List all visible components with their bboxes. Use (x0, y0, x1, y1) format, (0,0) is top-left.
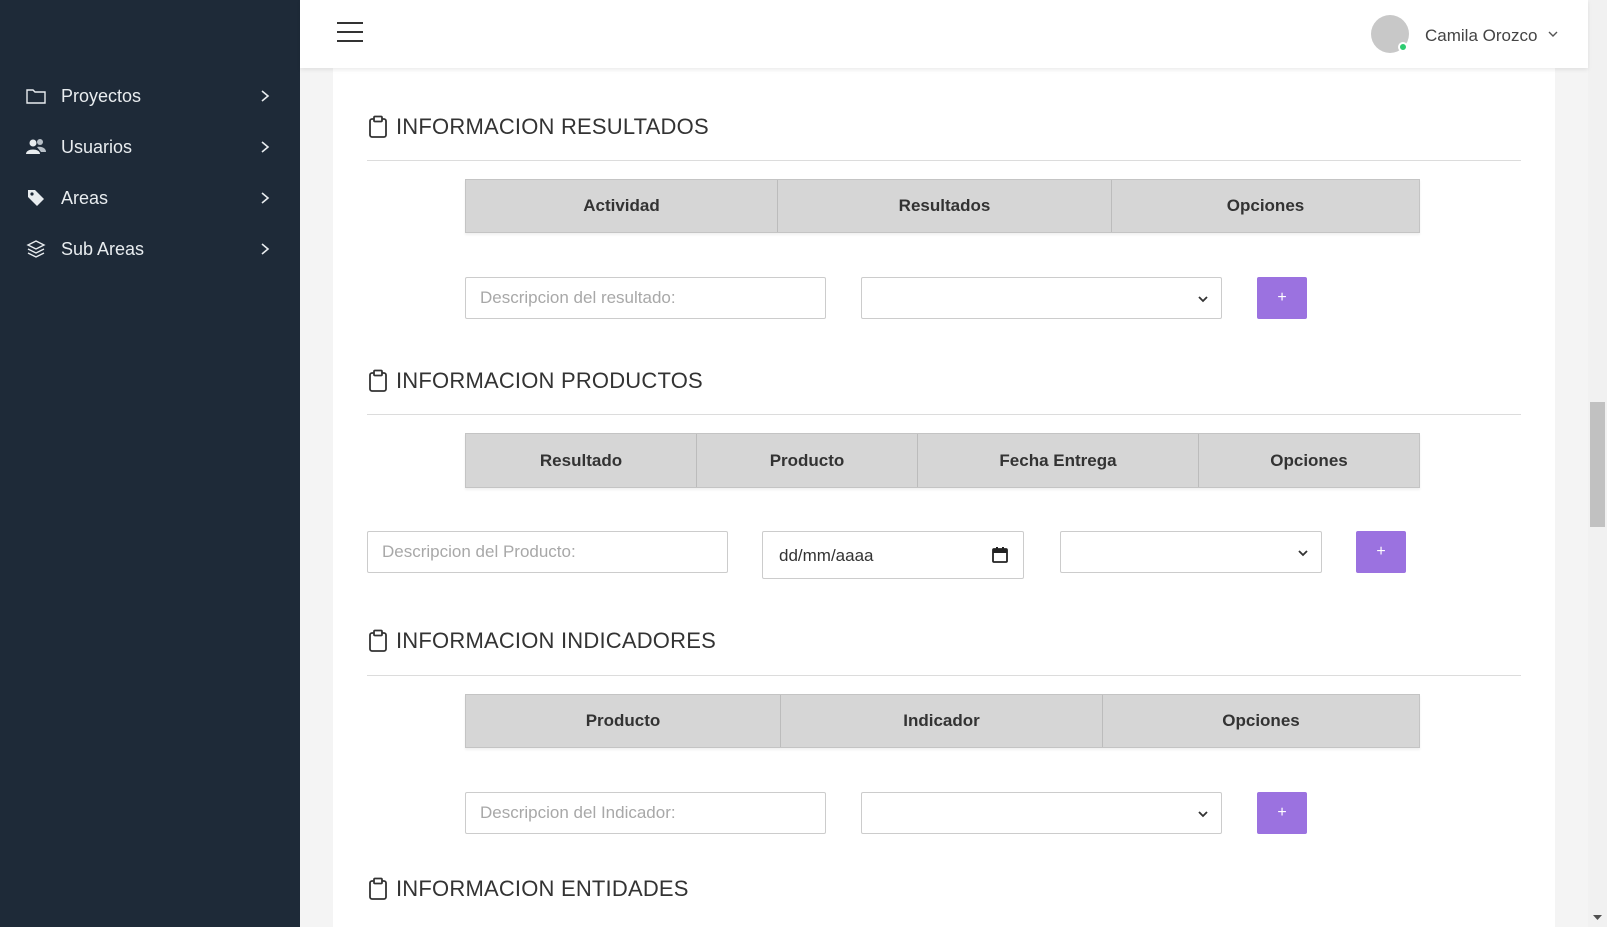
scroll-down-arrow-icon[interactable] (1593, 913, 1602, 922)
chevron-right-icon (261, 141, 270, 153)
product-result-select[interactable] (1060, 531, 1322, 573)
hamburger-icon[interactable] (337, 22, 363, 42)
column-header-actividad: Actividad (466, 180, 778, 232)
chevron-right-icon (261, 90, 270, 102)
column-header-resultados: Resultados (778, 180, 1112, 232)
product-description-input[interactable] (367, 531, 728, 573)
layers-icon (25, 238, 47, 260)
result-description-input[interactable] (465, 277, 826, 319)
user-name[interactable]: Camila Orozco (1425, 26, 1537, 46)
main-content: INFORMACION RESULTADOS Actividad Resulta… (333, 68, 1555, 927)
column-header-resultado: Resultado (466, 434, 697, 487)
column-header-opciones: Opciones (1226, 196, 1305, 215)
delivery-date-input[interactable]: dd/mm/aaaa (762, 531, 1024, 579)
clipboard-icon (369, 877, 387, 900)
clipboard-icon (369, 369, 387, 392)
column-header-fecha-entrega: Fecha Entrega (918, 434, 1199, 487)
chevron-down-icon (1198, 811, 1208, 818)
section-title-entidades: INFORMACION ENTIDADES (367, 876, 689, 902)
calendar-icon[interactable] (991, 546, 1009, 564)
column-header-producto: Producto (466, 695, 781, 747)
clipboard-icon (369, 629, 387, 652)
avatar[interactable] (1371, 15, 1409, 53)
indicators-table-header: Producto Indicador Opciones (465, 694, 1420, 748)
section-title-resultados: INFORMACION RESULTADOS (367, 114, 709, 140)
sidebar-item-proyectos[interactable]: Proyectos (0, 74, 300, 118)
users-icon (25, 136, 47, 158)
divider (367, 414, 1521, 415)
online-status-dot (1398, 42, 1408, 52)
result-activity-select[interactable] (861, 277, 1222, 319)
date-value: dd/mm/aaaa (779, 546, 874, 565)
indicator-description-input[interactable] (465, 792, 826, 834)
chevron-down-icon[interactable] (1547, 28, 1559, 40)
sidebar-item-usuarios[interactable]: Usuarios (0, 125, 300, 169)
sidebar-item-label: Usuarios (61, 136, 133, 157)
chevron-down-icon (1298, 550, 1308, 557)
page-scrollbar[interactable] (1588, 0, 1607, 927)
section-title-indicadores: INFORMACION INDICADORES (367, 628, 716, 654)
results-table-header: Actividad Resultados Opciones (465, 179, 1420, 233)
sidebar: Proyectos Usuarios Areas Sub Areas (0, 0, 300, 927)
tag-icon (25, 187, 47, 209)
add-indicator-button[interactable]: + (1257, 792, 1307, 834)
sidebar-item-areas[interactable]: Areas (0, 176, 300, 220)
chevron-down-icon (1198, 296, 1208, 303)
sidebar-item-sub-areas[interactable]: Sub Areas (0, 227, 300, 271)
column-header-indicador: Indicador (781, 695, 1103, 747)
divider (367, 675, 1521, 676)
chevron-right-icon (261, 243, 270, 255)
indicator-product-select[interactable] (861, 792, 1222, 834)
clipboard-icon (369, 115, 387, 138)
divider (367, 160, 1521, 161)
add-product-button[interactable]: + (1356, 531, 1406, 573)
column-header-opciones: Opciones (1270, 450, 1348, 470)
sidebar-item-label: Sub Areas (61, 238, 145, 259)
sidebar-item-label: Areas (61, 187, 109, 208)
sidebar-item-label: Proyectos (61, 85, 142, 106)
folder-icon (25, 85, 47, 107)
section-title-productos: INFORMACION PRODUCTOS (367, 368, 703, 394)
products-table-header: Resultado Producto Fecha Entrega Opcione… (465, 433, 1420, 488)
column-header-producto: Producto (697, 434, 918, 487)
column-header-opciones: Opciones (1222, 711, 1300, 730)
add-result-button[interactable]: + (1257, 277, 1307, 319)
topbar: Camila Orozco (300, 0, 1588, 68)
chevron-right-icon (261, 192, 270, 204)
scrollbar-thumb[interactable] (1590, 402, 1605, 527)
